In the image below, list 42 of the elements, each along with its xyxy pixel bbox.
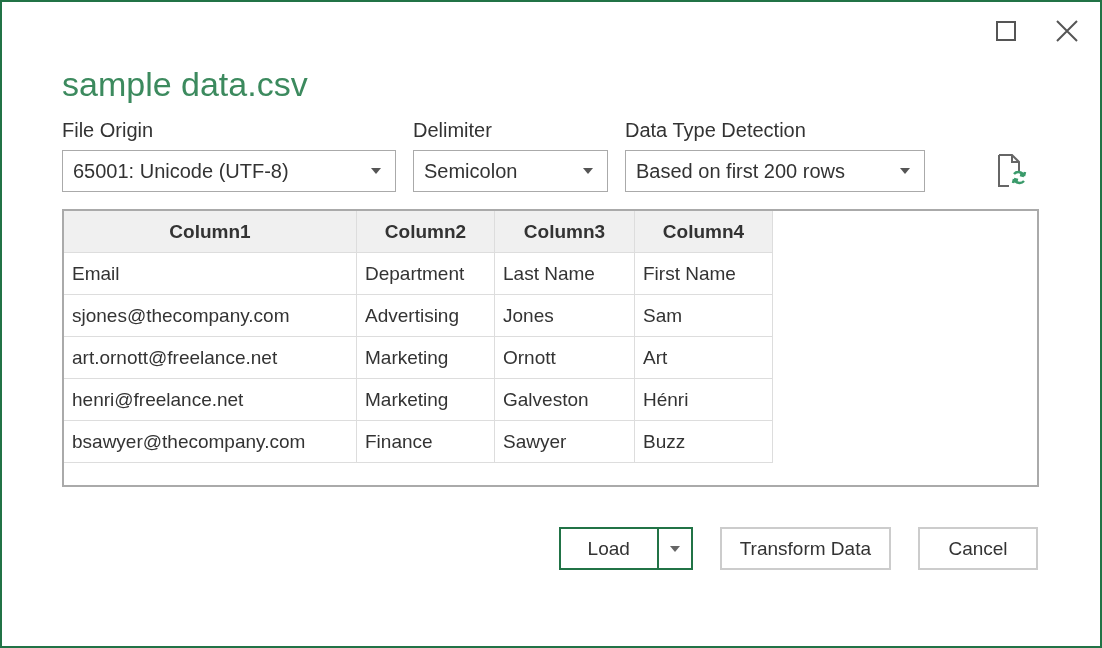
table-cell: Art bbox=[635, 337, 773, 379]
option-label: File Origin bbox=[62, 119, 155, 142]
dropdown-button[interactable] bbox=[658, 527, 693, 570]
maximize-icon[interactable] bbox=[996, 21, 1016, 41]
caret-icon bbox=[900, 168, 910, 174]
table-cell: Advertising bbox=[357, 295, 495, 337]
table-cell: bsawyer@thecompany.com bbox=[64, 421, 357, 463]
table-cell: Ornott bbox=[495, 337, 635, 379]
caret-icon bbox=[371, 168, 381, 174]
column-header: Column4 bbox=[635, 211, 773, 253]
table-cell: Sawyer bbox=[495, 421, 635, 463]
table-cell: Finance bbox=[357, 421, 495, 463]
dropdown[interactable]: Semicolon bbox=[413, 150, 608, 192]
caret-icon bbox=[669, 545, 680, 552]
dialog-button[interactable]: Transform Data bbox=[719, 527, 891, 570]
dropdown[interactable]: Based on first 200 rows bbox=[625, 150, 925, 192]
table-cell: Last Name bbox=[495, 253, 635, 295]
table-cell: Marketing bbox=[357, 337, 495, 379]
table-cell: Jones bbox=[495, 295, 635, 337]
option-label: Data Type Detection bbox=[625, 119, 807, 142]
table-cell: Hénri bbox=[635, 379, 773, 421]
table-cell: art.ornott@freelance.net bbox=[64, 337, 357, 379]
table-cell: Email bbox=[64, 253, 357, 295]
dialog-button[interactable]: Cancel bbox=[918, 527, 1038, 570]
table-cell: Galveston bbox=[495, 379, 635, 421]
table-cell: First Name bbox=[635, 253, 773, 295]
window-title: sample data.csv bbox=[62, 65, 309, 105]
table-cell: Sam bbox=[635, 295, 773, 337]
table-cell: sjones@thecompany.com bbox=[64, 295, 357, 337]
option-label: Delimiter bbox=[413, 119, 493, 142]
table-cell: henri@freelance.net bbox=[64, 379, 357, 421]
column-header: Column2 bbox=[357, 211, 495, 253]
dropdown[interactable]: 65001: Unicode (UTF-8) bbox=[62, 150, 396, 192]
load-button[interactable]: Load bbox=[558, 527, 659, 570]
table-cell: Marketing bbox=[357, 379, 495, 421]
close-icon[interactable] bbox=[1056, 20, 1078, 42]
column-header: Column3 bbox=[495, 211, 635, 253]
table-cell: Buzz bbox=[635, 421, 773, 463]
caret-icon bbox=[583, 168, 593, 174]
table-cell: Department bbox=[357, 253, 495, 295]
column-header: Column1 bbox=[64, 211, 357, 253]
file-refresh-icon[interactable] bbox=[997, 154, 1027, 188]
